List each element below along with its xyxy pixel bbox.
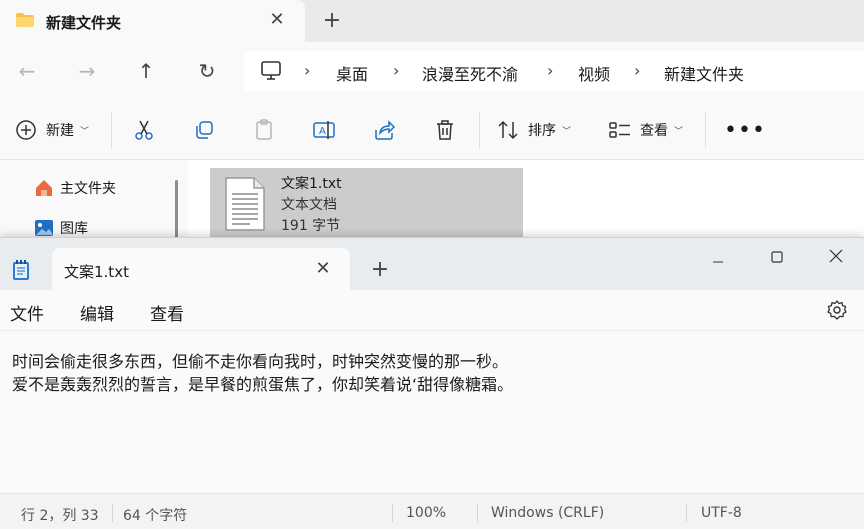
toolbar-divider <box>479 112 480 148</box>
svg-text:A: A <box>319 126 326 137</box>
notepad-window: 文案1.txt ✕ + 文件 编辑 查看 时间会偷走很多东西，但偷不走你看向我时… <box>0 237 864 529</box>
chevron-down-icon: ﹀ <box>674 126 684 137</box>
text-line: 时间会偷走很多东西，但偷不走你看向我时，时钟突然变慢的那一秒。 <box>12 352 509 371</box>
notepad-menu-bar: 文件 编辑 查看 <box>0 290 864 331</box>
new-label: 新建 <box>46 123 74 139</box>
address-bar[interactable]: › 桌面 › 浪漫至死不渝 › 视频 › 新建文件夹 <box>244 51 864 91</box>
minimize-button[interactable] <box>698 244 738 272</box>
more-options-icon[interactable]: ••• <box>724 100 766 160</box>
text-document-icon <box>225 177 265 231</box>
notepad-tab[interactable]: 文案1.txt ✕ <box>52 248 350 290</box>
add-circle-icon <box>16 120 36 140</box>
sidebar-item-home[interactable]: 主文件夹 <box>34 176 116 200</box>
share-icon <box>375 120 396 140</box>
up-arrow-icon[interactable]: ↑ <box>133 58 159 84</box>
status-divider <box>392 504 393 522</box>
notepad-title-bar: 文案1.txt ✕ + <box>0 238 864 290</box>
scissors-icon <box>135 120 153 140</box>
back-arrow-icon[interactable]: ← <box>14 58 40 84</box>
gear-icon[interactable] <box>826 299 848 321</box>
toolbar-divider <box>705 112 706 148</box>
status-divider <box>686 504 687 522</box>
text-line: 爱不是轰轰烈烈的誓言，是早餐的煎蛋焦了，你却笑着说‘甜得像糖霜。 <box>12 375 514 394</box>
character-count: 64 个字符 <box>123 508 188 524</box>
menu-file[interactable]: 文件 <box>10 300 44 325</box>
minimize-icon <box>713 261 723 263</box>
explorer-tab-title: 新建文件夹 <box>46 14 122 32</box>
status-divider <box>477 504 478 522</box>
chevron-down-icon: ﹀ <box>80 126 90 137</box>
clipboard-icon <box>256 119 272 140</box>
copy-icon <box>196 121 213 139</box>
toolbar-divider <box>111 112 112 148</box>
sidebar-item-label: 图库 <box>60 221 88 237</box>
trash-icon <box>437 120 453 140</box>
maximize-icon <box>771 251 783 263</box>
text-editor[interactable]: 时间会偷走很多东西，但偷不走你看向我时，时钟突然变慢的那一秒。 爱不是轰轰烈烈的… <box>0 331 864 493</box>
new-tab-button[interactable]: + <box>320 9 344 33</box>
sidebar-scrollbar[interactable] <box>175 180 178 240</box>
copy-button[interactable] <box>192 100 216 160</box>
forward-arrow-icon[interactable]: → <box>74 58 100 84</box>
chevron-right-icon: › <box>393 61 400 80</box>
breadcrumb-item[interactable]: 视频 <box>578 61 610 85</box>
paste-button[interactable] <box>252 100 276 160</box>
close-icon <box>829 249 843 263</box>
rename-button[interactable]: A <box>312 100 336 160</box>
sort-button[interactable]: 排序 ﹀ <box>496 100 571 160</box>
file-type: 文本文档 <box>281 197 337 213</box>
view-label: 查看 <box>640 123 668 139</box>
status-divider <box>112 504 113 522</box>
close-window-button[interactable] <box>816 244 856 272</box>
explorer-command-bar: 新建 ﹀ A 排序 ﹀ 查看 ﹀ ••• <box>0 100 864 160</box>
chevron-down-icon: ﹀ <box>562 126 572 137</box>
close-icon[interactable]: ✕ <box>312 258 334 280</box>
home-icon <box>36 180 52 196</box>
sort-label: 排序 <box>528 123 556 139</box>
sidebar-item-label: 主文件夹 <box>60 181 116 197</box>
file-item[interactable]: 文案1.txt 文本文档 191 字节 <box>210 168 523 240</box>
file-explorer-window: 新建文件夹 ✕ + ← → ↑ ↻ › 桌面 › 浪漫至死不渝 › 视频 › 新… <box>0 0 864 240</box>
file-name: 文案1.txt <box>281 176 342 192</box>
delete-button[interactable] <box>433 100 457 160</box>
explorer-tab-bar: 新建文件夹 ✕ + <box>0 0 864 42</box>
refresh-icon[interactable]: ↻ <box>194 58 220 84</box>
menu-edit[interactable]: 编辑 <box>80 300 114 325</box>
chevron-right-icon: › <box>634 61 641 80</box>
breadcrumb-item[interactable]: 桌面 <box>336 61 368 85</box>
computer-icon <box>261 61 281 80</box>
explorer-tab[interactable]: 新建文件夹 ✕ <box>0 0 305 42</box>
cut-button[interactable] <box>132 100 156 160</box>
view-list-icon <box>609 122 630 138</box>
breadcrumb-item[interactable]: 新建文件夹 <box>664 61 744 85</box>
new-tab-button[interactable]: + <box>368 258 392 282</box>
chevron-right-icon: › <box>304 61 311 80</box>
explorer-nav-bar: ← → ↑ ↻ › 桌面 › 浪漫至死不渝 › 视频 › 新建文件夹 <box>0 42 864 100</box>
cursor-position: 行 2，列 33 <box>21 508 99 524</box>
navigation-pane: 主文件夹 图库 <box>0 160 188 240</box>
gallery-icon <box>35 220 53 236</box>
close-icon[interactable]: ✕ <box>266 9 288 31</box>
rename-icon: A <box>313 121 335 139</box>
maximize-button[interactable] <box>757 244 797 272</box>
new-button[interactable]: 新建 ﹀ <box>14 100 89 160</box>
breadcrumb-item[interactable]: 浪漫至死不渝 <box>422 61 518 85</box>
zoom-level[interactable]: 100% <box>406 505 446 521</box>
status-bar: 行 2，列 33 64 个字符 100% Windows (CRLF) UTF-… <box>0 493 864 529</box>
chevron-right-icon: › <box>547 61 554 80</box>
view-button[interactable]: 查看 ﹀ <box>608 100 683 160</box>
encoding[interactable]: UTF-8 <box>701 505 742 521</box>
share-button[interactable] <box>372 100 396 160</box>
explorer-content: 主文件夹 图库 文案1.txt 文本文档 191 字节 <box>0 160 864 240</box>
notepad-tab-title: 文案1.txt <box>64 263 129 281</box>
notepad-app-icon <box>13 260 29 280</box>
folder-icon <box>16 13 34 27</box>
sort-icon <box>498 120 518 140</box>
menu-view[interactable]: 查看 <box>150 300 184 325</box>
file-size: 191 字节 <box>281 218 341 234</box>
line-ending[interactable]: Windows (CRLF) <box>491 505 604 521</box>
